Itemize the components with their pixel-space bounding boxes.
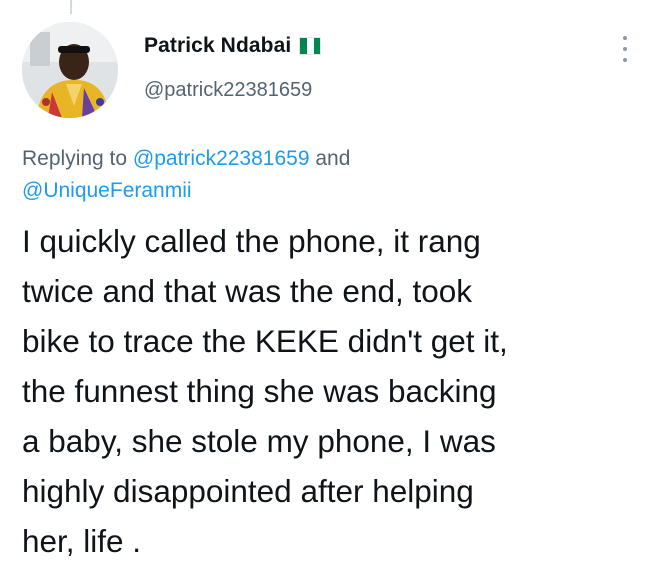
tweet-line: the funnest thing she was backing bbox=[22, 373, 497, 409]
tweet-line: twice and that was the end, took bbox=[22, 273, 473, 309]
author-name-row: Patrick Ndabai bbox=[144, 32, 322, 60]
tweet-line: bike to trace the KEKE didn't get it, bbox=[22, 323, 508, 359]
avatar[interactable] bbox=[22, 22, 118, 118]
reply-context: Replying to @patrick22381659 and @Unique… bbox=[22, 143, 622, 207]
reply-mention-2[interactable]: @UniqueFeranmii bbox=[22, 179, 192, 202]
tweet-card: Patrick Ndabai @patrick22381659 Replying… bbox=[0, 0, 661, 583]
tweet-line: I quickly called the phone, it rang bbox=[22, 223, 481, 259]
tweet-line: highly disappointed after helping bbox=[22, 473, 474, 509]
more-options-button[interactable] bbox=[617, 36, 633, 62]
reply-prefix: Replying to bbox=[22, 147, 133, 170]
author-display-name[interactable]: Patrick Ndabai bbox=[144, 34, 291, 58]
reply-mention-1[interactable]: @patrick22381659 bbox=[133, 147, 310, 170]
thread-connector-line bbox=[70, 0, 72, 14]
tweet-line: her, life . bbox=[22, 523, 142, 559]
author-handle[interactable]: @patrick22381659 bbox=[144, 79, 312, 102]
more-vertical-icon bbox=[623, 36, 627, 40]
profile-photo-icon bbox=[22, 22, 118, 118]
nigeria-flag-icon bbox=[299, 37, 322, 55]
tweet-body: I quickly called the phone, it rang twic… bbox=[22, 216, 652, 566]
reply-joiner: and bbox=[309, 147, 351, 170]
tweet-line: a baby, she stole my phone, I was bbox=[22, 423, 496, 459]
